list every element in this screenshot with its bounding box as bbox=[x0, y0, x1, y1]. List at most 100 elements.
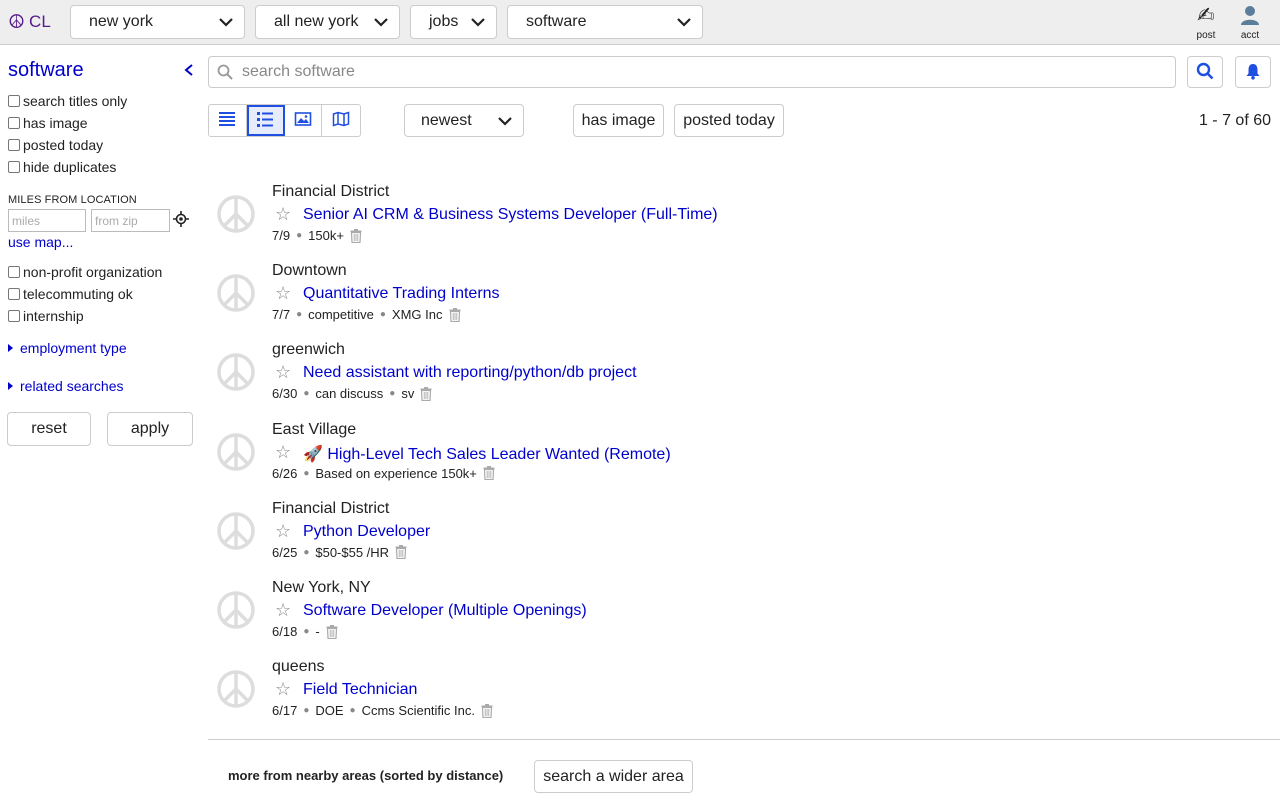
apply-button[interactable]: apply bbox=[107, 412, 193, 446]
checkbox[interactable] bbox=[8, 266, 20, 278]
bell-icon bbox=[1244, 62, 1262, 83]
posting-meta: sv bbox=[401, 386, 415, 402]
collapse-sidebar-icon[interactable] bbox=[182, 63, 196, 77]
trash-icon[interactable] bbox=[449, 307, 461, 322]
peace-placeholder-image[interactable] bbox=[216, 590, 256, 630]
posting-date: 6/25 bbox=[272, 544, 298, 560]
miles-input[interactable]: miles bbox=[8, 209, 86, 232]
account-button[interactable]: acct bbox=[1230, 4, 1270, 41]
trash-icon[interactable] bbox=[326, 624, 338, 639]
result-count: 1 - 7 of 60 bbox=[1198, 112, 1271, 129]
result-row: queens ☆ Field Technician 6/17 ● DOE ● Ccms Sci… bbox=[208, 651, 1280, 730]
trash-icon[interactable] bbox=[420, 386, 432, 401]
checkbox-label: hide duplicates bbox=[23, 159, 117, 175]
category-select[interactable]: jobs bbox=[410, 5, 497, 39]
peace-placeholder-image[interactable] bbox=[216, 352, 256, 392]
posting-title-link[interactable]: Need assistant with reporting/python/db … bbox=[303, 364, 637, 382]
checkbox[interactable] bbox=[8, 117, 20, 129]
checkbox[interactable] bbox=[8, 95, 20, 107]
triangle-right-icon bbox=[8, 344, 13, 352]
peace-placeholder-image[interactable] bbox=[216, 432, 256, 472]
area-select[interactable]: new york bbox=[70, 5, 245, 39]
locate-me-icon[interactable] bbox=[173, 211, 189, 227]
bullet-list-icon bbox=[256, 111, 274, 130]
peace-placeholder-image[interactable] bbox=[216, 511, 256, 551]
alert-button[interactable] bbox=[1235, 56, 1271, 88]
favorite-star-icon[interactable]: ☆ bbox=[275, 362, 291, 382]
favorite-star-icon[interactable]: ☆ bbox=[275, 600, 291, 620]
internship-checkbox[interactable]: internship bbox=[8, 308, 84, 324]
non-profit-checkbox[interactable]: non-profit organization bbox=[8, 264, 162, 280]
search-icon bbox=[1196, 62, 1214, 83]
post-label: post bbox=[1196, 30, 1216, 41]
checkbox[interactable] bbox=[8, 161, 20, 173]
posting-location: Financial District bbox=[272, 183, 390, 200]
gallery-view-button[interactable] bbox=[285, 105, 323, 136]
trash-icon[interactable] bbox=[395, 545, 407, 560]
favorite-star-icon[interactable]: ☆ bbox=[275, 442, 291, 462]
posting-location: East Village bbox=[272, 420, 357, 438]
favorite-star-icon[interactable]: ☆ bbox=[275, 283, 291, 303]
chevron-down-icon bbox=[497, 115, 513, 127]
posting-location: Downtown bbox=[272, 262, 347, 280]
checkbox[interactable] bbox=[8, 139, 20, 151]
peace-placeholder-image[interactable] bbox=[216, 273, 256, 313]
posted-today-filter-button[interactable]: posted today bbox=[674, 104, 784, 137]
posting-title-link[interactable]: Senior AI CRM & Business Systems Develop… bbox=[303, 206, 718, 224]
separator-dot: ● bbox=[303, 705, 310, 717]
post-button[interactable]: ✍ post bbox=[1186, 4, 1226, 41]
posting-title-link[interactable]: Python Developer bbox=[303, 523, 430, 541]
posted-today-checkbox[interactable]: posted today bbox=[8, 137, 103, 153]
favorite-star-icon[interactable]: ☆ bbox=[275, 521, 291, 541]
sort-select[interactable]: newest bbox=[404, 104, 524, 137]
has-image-checkbox[interactable]: has image bbox=[8, 115, 88, 131]
employment-type-label: employment type bbox=[20, 340, 127, 356]
subcategory-select[interactable]: software bbox=[507, 5, 703, 39]
employment-type-expander[interactable]: employment type bbox=[8, 340, 127, 356]
result-row: Downtown ☆ Quantitative Trading Interns 7/7… bbox=[208, 255, 1280, 334]
checkbox[interactable] bbox=[8, 288, 20, 300]
zip-input[interactable]: from zip bbox=[91, 209, 170, 232]
search-wider-area-button[interactable]: search a wider area bbox=[534, 760, 693, 793]
reset-button[interactable]: reset bbox=[7, 412, 91, 446]
search-titles-only-checkbox[interactable]: search titles only bbox=[8, 93, 127, 109]
detailed-list-view-button[interactable] bbox=[246, 105, 285, 136]
craigslist-logo[interactable]: ☮ CL bbox=[8, 10, 51, 34]
subarea-select[interactable]: all new york bbox=[255, 5, 400, 39]
map-view-button[interactable] bbox=[322, 105, 360, 136]
trash-icon[interactable] bbox=[350, 228, 362, 243]
search-button[interactable] bbox=[1187, 56, 1223, 88]
separator-dot: ● bbox=[379, 309, 386, 321]
checkbox-label: has image bbox=[23, 115, 88, 131]
has-image-filter-button[interactable]: has image bbox=[573, 104, 664, 137]
result-row: New York, NY ☆ Software Developer (Multipl… bbox=[208, 572, 1280, 651]
chevron-down-icon bbox=[373, 16, 389, 28]
trash-icon[interactable] bbox=[481, 703, 493, 718]
search-input[interactable]: search software bbox=[208, 56, 1176, 88]
hide-duplicates-checkbox[interactable]: hide duplicates bbox=[8, 159, 116, 175]
posting-title-link[interactable]: Software Developer (Multiple Openings) bbox=[303, 602, 587, 620]
pencil-hand-icon: ✍ bbox=[1197, 4, 1215, 27]
telecommuting-checkbox[interactable]: telecommuting ok bbox=[8, 286, 133, 302]
list-view-button[interactable] bbox=[209, 105, 247, 136]
posting-title-link[interactable]: 🚀 High-Level Tech Sales Leader Wanted (R… bbox=[303, 444, 671, 464]
peace-placeholder-image[interactable] bbox=[216, 669, 256, 709]
separator-dot: ● bbox=[389, 388, 396, 400]
trash-icon[interactable] bbox=[483, 466, 495, 481]
related-searches-expander[interactable]: related searches bbox=[8, 378, 124, 394]
miles-placeholder: miles bbox=[12, 213, 41, 228]
divider bbox=[208, 739, 1280, 740]
posting-meta-line: 6/17 ● DOE ● Ccms Scientific Inc. bbox=[272, 703, 493, 718]
logo-text: CL bbox=[29, 12, 51, 31]
posting-meta: XMG Inc bbox=[391, 307, 443, 323]
sidebar-title: software bbox=[8, 59, 84, 81]
sort-value: newest bbox=[421, 111, 472, 129]
posting-title-link[interactable]: Quantitative Trading Interns bbox=[303, 285, 500, 303]
posting-meta: DOE bbox=[315, 703, 344, 719]
posting-title-link[interactable]: Field Technician bbox=[303, 681, 417, 699]
favorite-star-icon[interactable]: ☆ bbox=[275, 679, 291, 699]
favorite-star-icon[interactable]: ☆ bbox=[275, 204, 291, 224]
peace-placeholder-image[interactable] bbox=[216, 194, 256, 234]
use-map-link[interactable]: use map... bbox=[8, 234, 73, 250]
checkbox[interactable] bbox=[8, 310, 20, 322]
